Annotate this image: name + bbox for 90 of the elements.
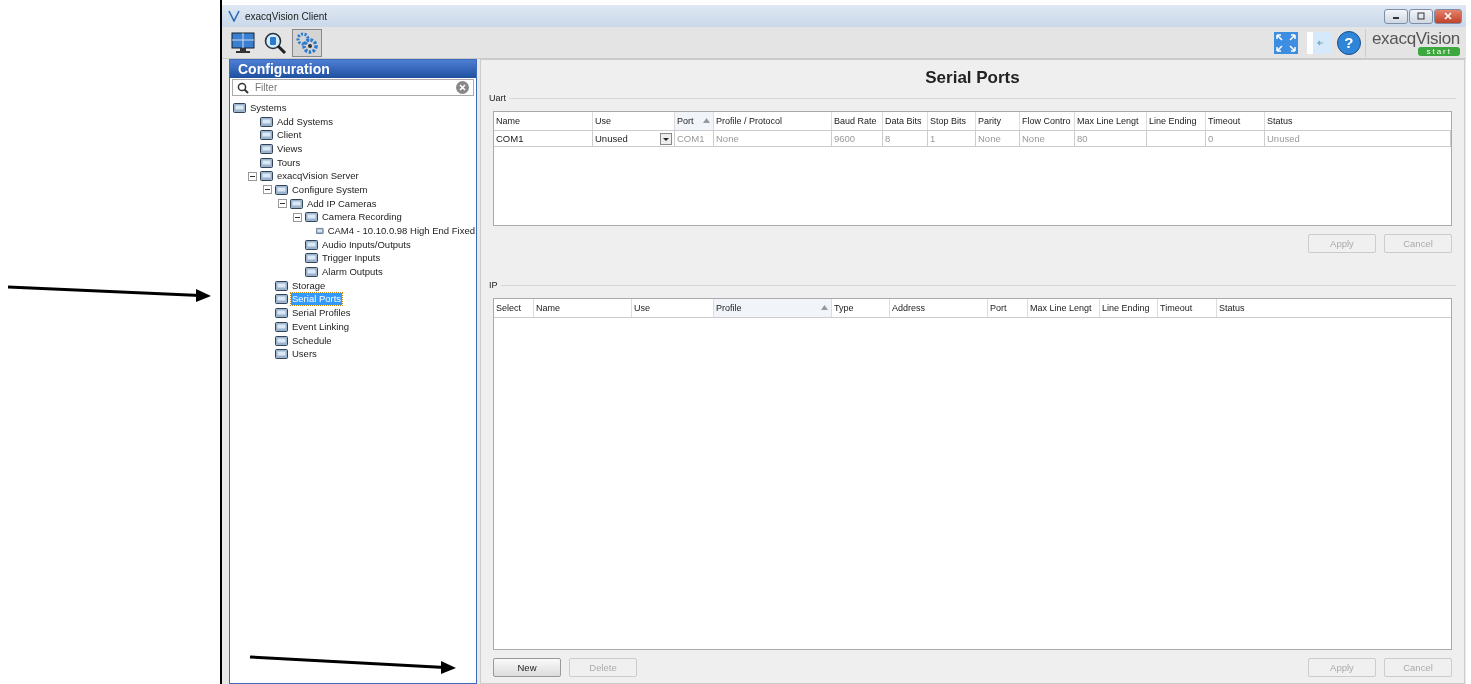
window-title: exacqVision Client [245, 10, 328, 22]
node-icon [275, 279, 288, 292]
sort-arrow-icon [703, 118, 710, 123]
table-cell: 1 [928, 131, 976, 146]
table-cell: COM1 [675, 131, 714, 146]
column-header[interactable]: Data Bits [883, 112, 928, 130]
close-icon [1443, 12, 1453, 20]
tree-item[interactable]: Client [276, 129, 303, 142]
v-logo-icon [228, 10, 240, 22]
brand-logo-text: exacqVision [1371, 29, 1460, 47]
filter-field[interactable]: Filter [232, 79, 474, 96]
tree-item[interactable]: Schedule [291, 334, 333, 347]
column-header[interactable]: Max Line Lengt [1028, 299, 1100, 317]
dropdown-field[interactable]: Unused [593, 131, 675, 146]
node-icon [260, 170, 273, 183]
close-button[interactable] [1434, 8, 1462, 24]
collapse-icon[interactable] [263, 185, 272, 195]
column-header[interactable]: Name [534, 299, 632, 317]
tree-item[interactable]: CAM4 - 10.10.0.98 High End Fixed [326, 225, 476, 238]
node-icon [260, 115, 273, 128]
group-label: IP [489, 280, 501, 290]
column-header[interactable]: Port [988, 299, 1028, 317]
tree-item[interactable]: exacqVision Server [276, 170, 360, 183]
node-icon [260, 156, 273, 169]
edition-badge: start [1418, 46, 1460, 56]
node-icon [275, 183, 288, 196]
collapse-icon[interactable] [248, 171, 257, 181]
column-header[interactable]: Status [1217, 299, 1343, 317]
tree-item[interactable]: Event Linking [291, 320, 351, 333]
tree-item[interactable]: Trigger Inputs [321, 252, 382, 265]
tree-item[interactable]: Add Systems [276, 115, 334, 128]
node-icon [275, 320, 288, 333]
table-cell: None [976, 131, 1020, 146]
new-button[interactable]: New [493, 658, 561, 677]
table-cell: COM1 [494, 131, 593, 146]
tree-item[interactable]: Systems [249, 101, 288, 114]
tree-item[interactable]: Configure System [291, 183, 369, 196]
column-header[interactable]: Stop Bits [928, 112, 976, 130]
node-icon [233, 101, 246, 114]
table-cell: Unused [1265, 131, 1451, 146]
sort-arrow-icon [821, 305, 828, 310]
column-header[interactable]: Select [494, 299, 534, 317]
tree-item[interactable]: Tours [276, 156, 302, 169]
node-icon [290, 197, 303, 210]
column-header[interactable]: Timeout [1158, 299, 1217, 317]
help-button[interactable]: ? [1336, 30, 1361, 55]
node-icon [275, 334, 288, 347]
column-header[interactable]: Status [1265, 112, 1451, 130]
panel-header: Configuration [230, 60, 476, 78]
table-cell: 9600 [832, 131, 883, 146]
node-icon [305, 266, 318, 279]
column-header[interactable]: Line Ending [1100, 299, 1158, 317]
node-icon [260, 142, 273, 155]
column-header[interactable]: Name [494, 112, 593, 130]
column-header[interactable]: Address [890, 299, 988, 317]
clear-icon[interactable] [456, 81, 469, 94]
node-icon [275, 348, 288, 361]
column-header[interactable]: Flow Contro [1020, 112, 1075, 130]
tree-item[interactable]: Serial Profiles [291, 307, 352, 320]
tree-item[interactable]: Alarm Outputs [321, 266, 384, 279]
tree-item[interactable]: Views [276, 142, 304, 155]
maximize-icon [1416, 12, 1426, 20]
group-label: Uart [489, 93, 509, 103]
node-icon [260, 129, 273, 142]
tree-item[interactable]: Audio Inputs/Outputs [321, 238, 412, 251]
column-header[interactable]: Parity [976, 112, 1020, 130]
column-header[interactable]: Type [832, 299, 890, 317]
table-cell: 8 [883, 131, 928, 146]
node-icon [275, 307, 288, 320]
search-icon [237, 82, 249, 94]
collapse-icon[interactable] [293, 212, 302, 222]
tree-item[interactable]: Add IP Cameras [306, 197, 378, 210]
column-header[interactable]: Profile [714, 299, 832, 317]
table-cell: 80 [1075, 131, 1147, 146]
minimize-button[interactable] [1384, 8, 1408, 24]
table-cell: 0 [1206, 131, 1265, 146]
tree-item[interactable]: Users [291, 348, 318, 361]
node-icon [305, 252, 318, 265]
table-cell: None [714, 131, 832, 146]
column-header[interactable]: Line Ending [1147, 112, 1206, 130]
node-icon [275, 293, 288, 306]
column-header[interactable]: Max Line Lengt [1075, 112, 1147, 130]
tree-item[interactable]: Camera Recording [321, 211, 403, 224]
column-header[interactable]: Timeout [1206, 112, 1265, 130]
collapse-icon[interactable] [278, 199, 287, 209]
column-header[interactable]: Port [675, 112, 714, 130]
column-header[interactable]: Baud Rate [832, 112, 883, 130]
column-header[interactable]: Profile / Protocol [714, 112, 832, 130]
table-cell: None [1020, 131, 1075, 146]
tree-item[interactable]: Storage [291, 279, 327, 292]
